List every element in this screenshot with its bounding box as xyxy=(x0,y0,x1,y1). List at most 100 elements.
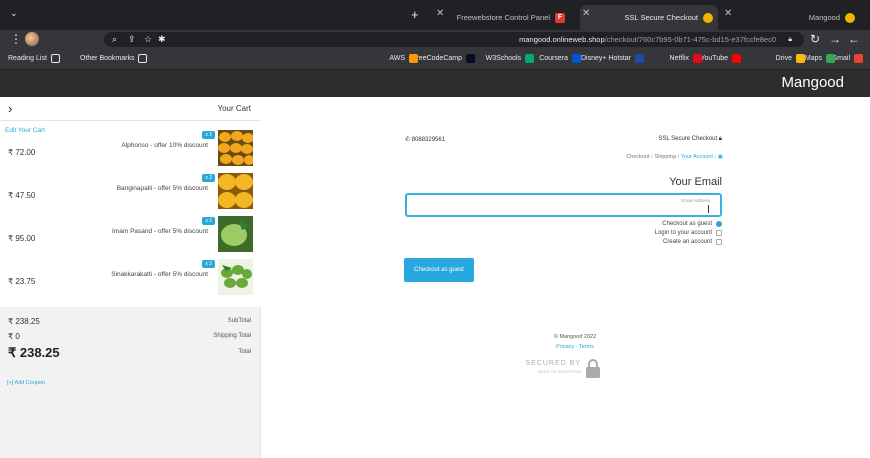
email-field[interactable]: Email Address xyxy=(405,193,722,217)
alphonso-mango-image xyxy=(218,130,253,166)
banginapalli-mango-image xyxy=(218,173,253,209)
breadcrumb-your-account[interactable]: Your Account xyxy=(681,154,713,160)
footer: © Mangood 2022 Privacy · Terms xyxy=(520,334,630,350)
bookmark-disney-hotstar[interactable]: Disney+ Hotstar xyxy=(581,54,644,63)
option-create-account[interactable]: Create an account xyxy=(663,239,722,245)
item-qty-badge: x 2 xyxy=(202,260,215,268)
item-qty-badge: x 2 xyxy=(202,217,215,225)
coursera-icon xyxy=(572,54,581,63)
secured-by-text: SECURED BY xyxy=(525,360,581,367)
imam-pasand-mango-image xyxy=(218,216,253,252)
terms-link[interactable]: Terms xyxy=(579,344,594,350)
tab-ssl-secure-checkout[interactable]: SSL Secure Checkout xyxy=(580,5,718,30)
sinakkarakatti-mango-image xyxy=(218,259,253,295)
cart-item-sinakkarakatti: ₹ 23.75 Sinakkarakatti - offer 5% discou… xyxy=(0,256,261,298)
checkout-as-guest-button[interactable]: Checkout as guest xyxy=(404,258,474,282)
reload-icon[interactable]: ↻ xyxy=(810,32,820,46)
item-name: Banginapalli - offer 5% discount xyxy=(116,185,208,192)
item-qty-badge: x 2 xyxy=(202,174,215,182)
folder-icon xyxy=(138,54,148,63)
address-bar[interactable]: ⌕ ⇪ ☆ ✱ mangood.onlineweb.shop/checkout/… xyxy=(104,32,804,47)
chevron-right-icon[interactable]: › xyxy=(8,101,12,116)
share-icon[interactable]: ⇪ xyxy=(128,32,136,47)
bookmark-aws[interactable]: AWS xyxy=(389,54,418,63)
cart-panel: › Your Cart Edit Your Cart ₹ 72.00 Alpho… xyxy=(0,97,261,458)
copyright-text: © Mangood 2022 xyxy=(553,334,597,340)
padlock-icon xyxy=(586,359,600,378)
site-header: Mangood xyxy=(0,70,870,97)
tab-freewebstore[interactable]: Freewebstore Control Panel F xyxy=(440,5,570,30)
breadcrumb-shipping: Shipping xyxy=(654,154,676,160)
extensions-puzzle-icon[interactable]: ✱ xyxy=(158,32,166,47)
tab-search-chevron-icon[interactable]: ⌄ xyxy=(10,8,18,19)
bookmark-maps[interactable]: Maps xyxy=(805,54,835,63)
tab-mangood[interactable]: Mangood xyxy=(720,5,860,30)
reading-list-link[interactable]: Reading List xyxy=(8,54,60,63)
ssl-secure-label: SSL Secure Checkout 🔒︎ xyxy=(658,136,722,142)
cart-header: › Your Cart xyxy=(0,97,261,121)
bookmark-coursera[interactable]: Coursera xyxy=(539,54,581,63)
cart-item-banginapalli: ₹ 47.50 Banginapalli - offer 5% discount… xyxy=(0,170,261,212)
freecodecamp-icon xyxy=(466,54,475,63)
breadcrumb-checkout: Checkout xyxy=(626,154,650,160)
aws-icon xyxy=(409,54,418,63)
subtotal-label: SubTotal xyxy=(227,318,251,324)
netflix-icon xyxy=(693,54,702,63)
radio-unselected[interactable] xyxy=(716,230,722,236)
back-arrow-icon[interactable]: ← xyxy=(848,32,860,46)
search-icon[interactable]: ⌕ xyxy=(112,32,117,47)
bookmark-drive[interactable]: Drive xyxy=(776,54,805,63)
reading-list-icon xyxy=(50,54,60,63)
add-coupon-link[interactable]: [+] Add Coupon xyxy=(7,380,45,386)
browser-tab-bar: ⌄ Mangood ✕ SSL Secure Checkout ✕ Freewe… xyxy=(0,0,870,30)
drive-icon xyxy=(796,54,805,63)
menu-kebab-icon[interactable]: ⋮ xyxy=(10,32,22,46)
email-placeholder: Email Address xyxy=(681,198,710,203)
shipping-label: Shipping Total xyxy=(213,333,251,339)
cart-breadcrumb-icon[interactable]: ▣ xyxy=(718,154,723,160)
close-tab-icon[interactable]: ✕ xyxy=(436,8,444,19)
lock-icon[interactable]: 🔒︎ xyxy=(788,32,792,47)
option-login[interactable]: Login to your account xyxy=(655,230,722,236)
radio-unselected[interactable] xyxy=(716,239,722,245)
close-tab-icon[interactable]: ✕ xyxy=(724,8,732,19)
ssl-encryption-text: 256-BIT SSL ENCRYPTION xyxy=(537,370,581,374)
item-name: Sinakkarakatti - offer 5% discount xyxy=(111,271,208,278)
disney-hotstar-icon xyxy=(635,54,644,63)
forward-arrow-icon[interactable]: → xyxy=(829,32,841,46)
profile-avatar[interactable] xyxy=(25,32,39,46)
w3schools-icon xyxy=(525,54,534,63)
youtube-icon xyxy=(732,54,741,63)
close-tab-icon[interactable]: ✕ xyxy=(582,8,590,19)
secured-by-badge: SECURED BY 256-BIT SSL ENCRYPTION xyxy=(525,356,605,380)
cart-items: Edit Your Cart ₹ 72.00 Alphonso - offer … xyxy=(0,121,261,307)
bookmark-freecodecamp[interactable]: FreeCodeCamp xyxy=(412,54,475,63)
item-name: Alphonso - offer 10% discount xyxy=(121,142,208,149)
item-price: ₹ 23.75 xyxy=(8,277,36,286)
cart-item-alphonso: ₹ 72.00 Alphonso - offer 10% discount x … xyxy=(0,127,261,169)
url-text: mangood.onlineweb.shop/checkout/760c7b95… xyxy=(519,35,776,44)
site-brand-logo[interactable]: Mangood xyxy=(781,74,844,91)
other-bookmarks-folder[interactable]: Other Bookmarks xyxy=(80,54,148,63)
bookmark-w3schools[interactable]: W3Schools xyxy=(486,54,534,63)
option-checkout-as-guest[interactable]: Checkout as guest xyxy=(662,221,722,227)
bookmark-star-icon[interactable]: ☆ xyxy=(144,32,152,47)
gmail-icon xyxy=(854,54,863,63)
cart-item-imam-pasand: ₹ 95.00 Imam Pasand - offer 5% discount … xyxy=(0,213,261,255)
subtotal-value: ₹ 238.25 xyxy=(8,317,40,326)
breadcrumb: Checkout › Shipping › Your Account › ▣ xyxy=(626,154,723,160)
bookmark-youtube[interactable]: YouTube xyxy=(700,54,741,63)
cart-title: Your Cart xyxy=(217,104,252,113)
bookmark-gmail[interactable]: Gmail xyxy=(832,54,863,63)
tab-mangood-title: Mangood xyxy=(808,13,840,22)
tab-freewebstore-title: Freewebstore Control Panel xyxy=(456,13,550,22)
mangood-favicon-icon xyxy=(845,12,855,23)
item-price: ₹ 95.00 xyxy=(8,234,36,243)
radio-selected[interactable] xyxy=(716,221,722,227)
privacy-link[interactable]: Privacy xyxy=(556,344,574,350)
maps-icon xyxy=(826,54,835,63)
bookmark-netflix[interactable]: Netflix xyxy=(670,54,702,63)
new-tab-button[interactable]: + xyxy=(411,7,419,22)
email-section-title: Your Email xyxy=(669,176,722,188)
freewebstore-favicon-icon: F xyxy=(555,12,565,23)
